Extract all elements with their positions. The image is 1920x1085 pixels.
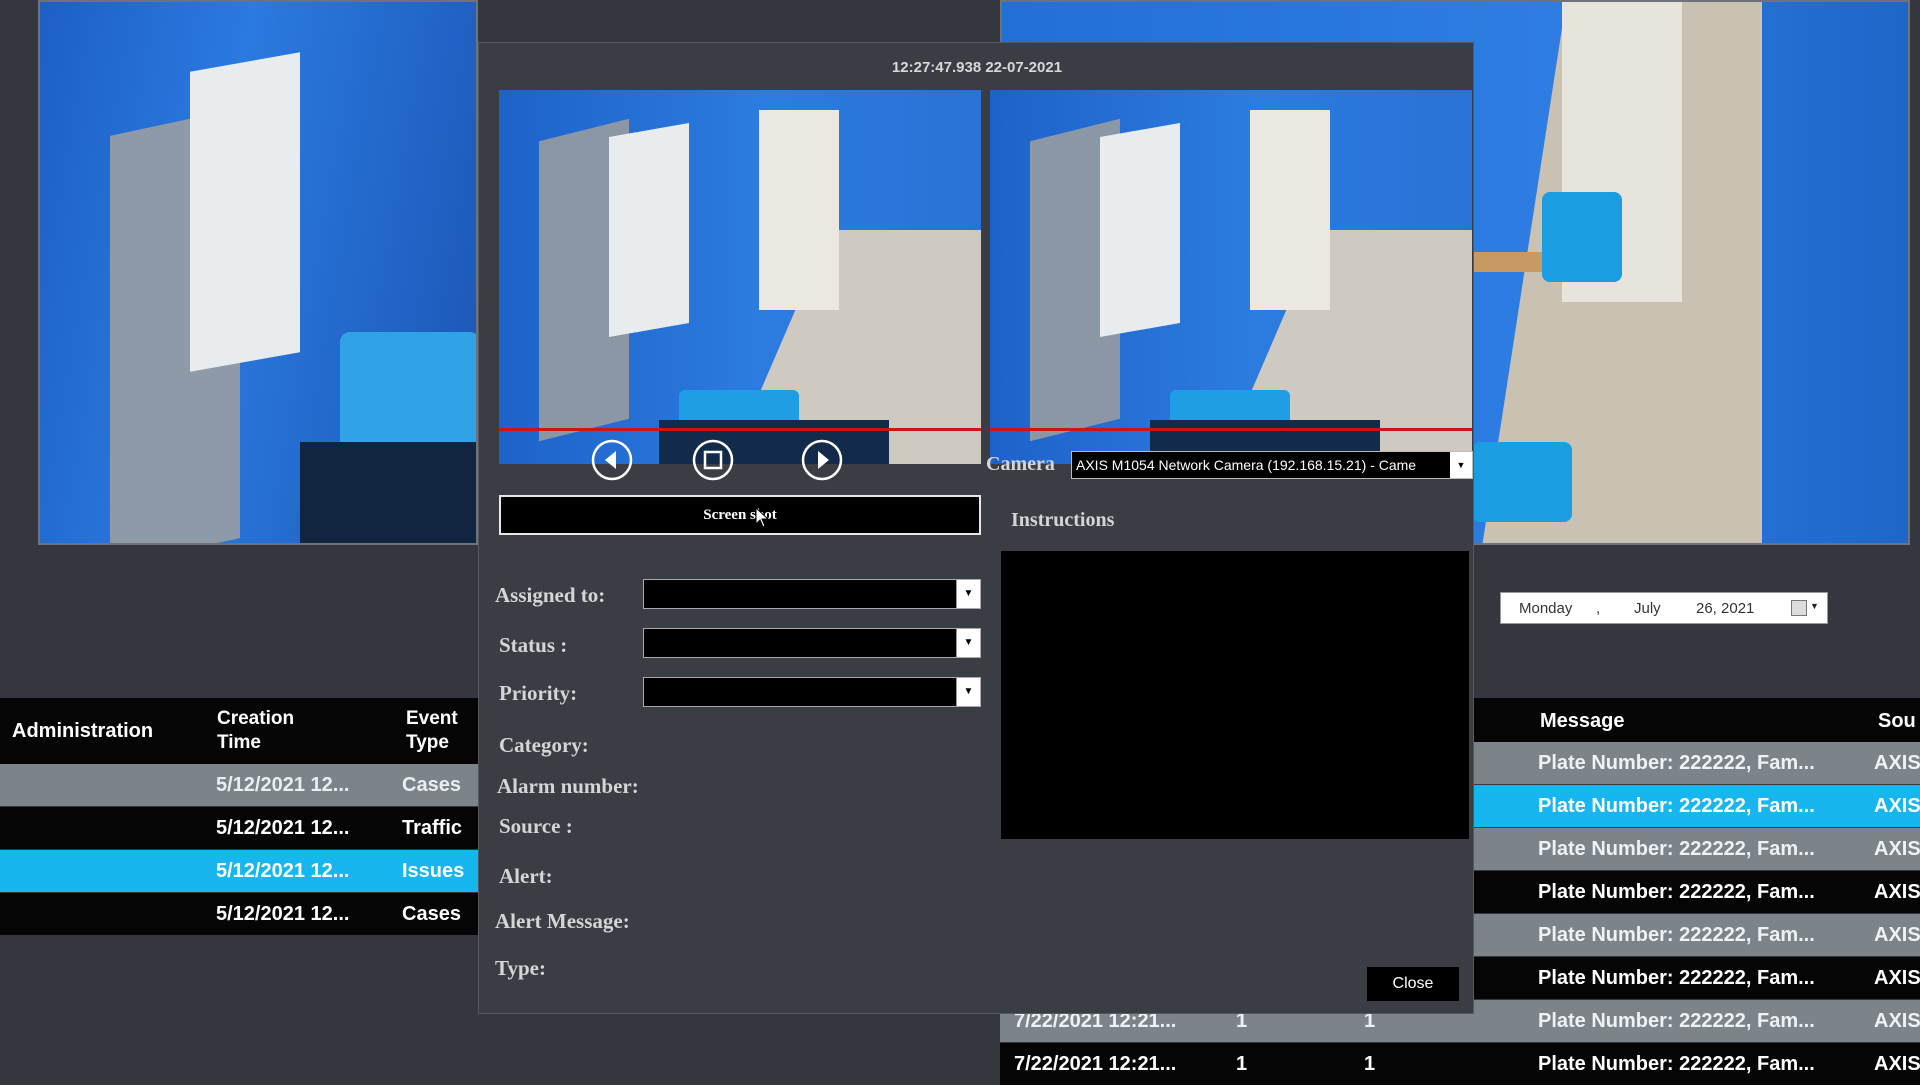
- cell-source: AXIS: [1874, 838, 1920, 860]
- cell-source: AXIS: [1874, 967, 1920, 989]
- alert-label: Alert:: [499, 864, 553, 888]
- chevron-left-icon: [591, 439, 633, 481]
- cell-source: AXIS: [1874, 924, 1920, 946]
- live-image[interactable]: [990, 90, 1472, 464]
- cell-source: AXIS: [1874, 881, 1920, 903]
- playback-progress-line[interactable]: [499, 428, 981, 431]
- cell-creation-time: 5/12/2021 12...: [216, 903, 350, 925]
- header-creation-time-1[interactable]: Creation: [217, 708, 294, 730]
- live-progress-line: [990, 428, 1472, 431]
- chevron-down-icon[interactable]: ▼: [1810, 601, 1819, 611]
- priority-label: Priority:: [499, 681, 578, 705]
- calendar-icon[interactable]: [1791, 600, 1807, 616]
- table-row[interactable]: 7/22/2021 12:21... 1 1 Plate Number: 222…: [1000, 1043, 1920, 1085]
- mouse-cursor-icon: [755, 507, 770, 528]
- table-row[interactable]: 5/12/2021 12... Cases: [0, 764, 478, 806]
- chevron-down-icon[interactable]: ▼: [956, 629, 980, 657]
- camera-label: Camera: [986, 453, 1055, 475]
- date-month: July: [1634, 600, 1661, 617]
- cell-message: Plate Number: 222222, Fam...: [1538, 967, 1815, 989]
- chevron-down-icon[interactable]: ▼: [956, 678, 980, 706]
- close-button[interactable]: Close: [1367, 967, 1459, 1001]
- playback-image[interactable]: [499, 90, 981, 464]
- assigned-to-select[interactable]: ▼: [643, 579, 981, 609]
- stop-button[interactable]: [692, 439, 734, 481]
- cell-message: Plate Number: 222222, Fam...: [1538, 838, 1815, 860]
- date-value: 26, 2021: [1696, 600, 1755, 617]
- header-event-type-1[interactable]: Event: [406, 708, 458, 730]
- type-label: Type:: [495, 956, 546, 980]
- header-source[interactable]: Sou: [1878, 710, 1916, 733]
- screenshot-button[interactable]: Screen shot: [499, 495, 981, 535]
- cell-message: Plate Number: 222222, Fam...: [1538, 881, 1815, 903]
- alert-message-label: Alert Message:: [495, 909, 630, 933]
- alarm-number-label: Alarm number:: [497, 774, 639, 798]
- cell-source: AXIS: [1874, 752, 1920, 774]
- status-select[interactable]: ▼: [643, 628, 981, 658]
- cell-source: AXIS: [1874, 795, 1920, 817]
- priority-select[interactable]: ▼: [643, 677, 981, 707]
- cell-creation-time: 5/12/2021 12...: [216, 817, 350, 839]
- date-picker[interactable]: Monday , July 26, 2021 ▼: [1500, 592, 1828, 624]
- table-header: Administration Creation Time Event Type: [0, 698, 478, 764]
- chevron-down-icon[interactable]: ▼: [1450, 452, 1472, 478]
- cell-creation-time: 5/12/2021 12...: [216, 860, 350, 882]
- cell-event-type: Cases: [402, 774, 461, 796]
- cell-source: AXIS: [1874, 1010, 1920, 1032]
- date-day: Monday: [1519, 600, 1573, 617]
- header-administration[interactable]: Administration: [12, 720, 153, 743]
- instructions-label: Instructions: [1011, 509, 1115, 531]
- header-event-type-2[interactable]: Type: [406, 732, 449, 754]
- cell-message: Plate Number: 222222, Fam...: [1538, 1053, 1815, 1075]
- alarm-dialog: 12:27:47.938 22-07-2021 Screen shot Came…: [478, 42, 1474, 1014]
- source-label: Source :: [499, 814, 573, 838]
- cell-creation-time: 5/12/2021 12...: [216, 774, 350, 796]
- stop-icon: [692, 439, 734, 481]
- table-row-selected[interactable]: 5/12/2021 12... Issues: [0, 850, 478, 892]
- event-table-left: Administration Creation Time Event Type …: [0, 698, 478, 938]
- cell-event-type: Cases: [402, 903, 461, 925]
- previous-button[interactable]: [591, 439, 633, 481]
- assigned-to-label: Assigned to:: [495, 583, 606, 607]
- table-row[interactable]: 5/12/2021 12... Traffic: [0, 807, 478, 849]
- camera-select[interactable]: AXIS M1054 Network Camera (192.168.15.21…: [1071, 451, 1473, 479]
- cell-message: Plate Number: 222222, Fam...: [1538, 1010, 1815, 1032]
- cell-event-type: Issues: [402, 860, 465, 882]
- instructions-box[interactable]: [1001, 551, 1469, 839]
- chevron-down-icon[interactable]: ▼: [956, 580, 980, 608]
- chevron-right-icon: [801, 439, 843, 481]
- cell-event-type: Traffic: [402, 817, 463, 839]
- camera-select-value: AXIS M1054 Network Camera (192.168.15.21…: [1076, 457, 1417, 473]
- cell-source: AXIS: [1874, 1053, 1920, 1075]
- date-separator: ,: [1596, 600, 1601, 617]
- header-message[interactable]: Message: [1540, 710, 1625, 733]
- cell-col-b: 1: [1364, 1053, 1376, 1075]
- dialog-timestamp: 12:27:47.938 22-07-2021: [891, 59, 1063, 76]
- next-button[interactable]: [801, 439, 843, 481]
- camera-feed-left[interactable]: [38, 0, 478, 545]
- status-label: Status :: [499, 633, 568, 657]
- cell-message: Plate Number: 222222, Fam...: [1538, 924, 1815, 946]
- cell-message: Plate Number: 222222, Fam...: [1538, 795, 1815, 817]
- cell-time: 7/22/2021 12:21...: [1014, 1053, 1177, 1075]
- cell-message: Plate Number: 222222, Fam...: [1538, 752, 1815, 774]
- table-row[interactable]: 5/12/2021 12... Cases: [0, 893, 478, 935]
- category-label: Category:: [499, 733, 589, 757]
- cell-col-a: 1: [1236, 1053, 1248, 1075]
- header-creation-time-2[interactable]: Time: [217, 732, 261, 754]
